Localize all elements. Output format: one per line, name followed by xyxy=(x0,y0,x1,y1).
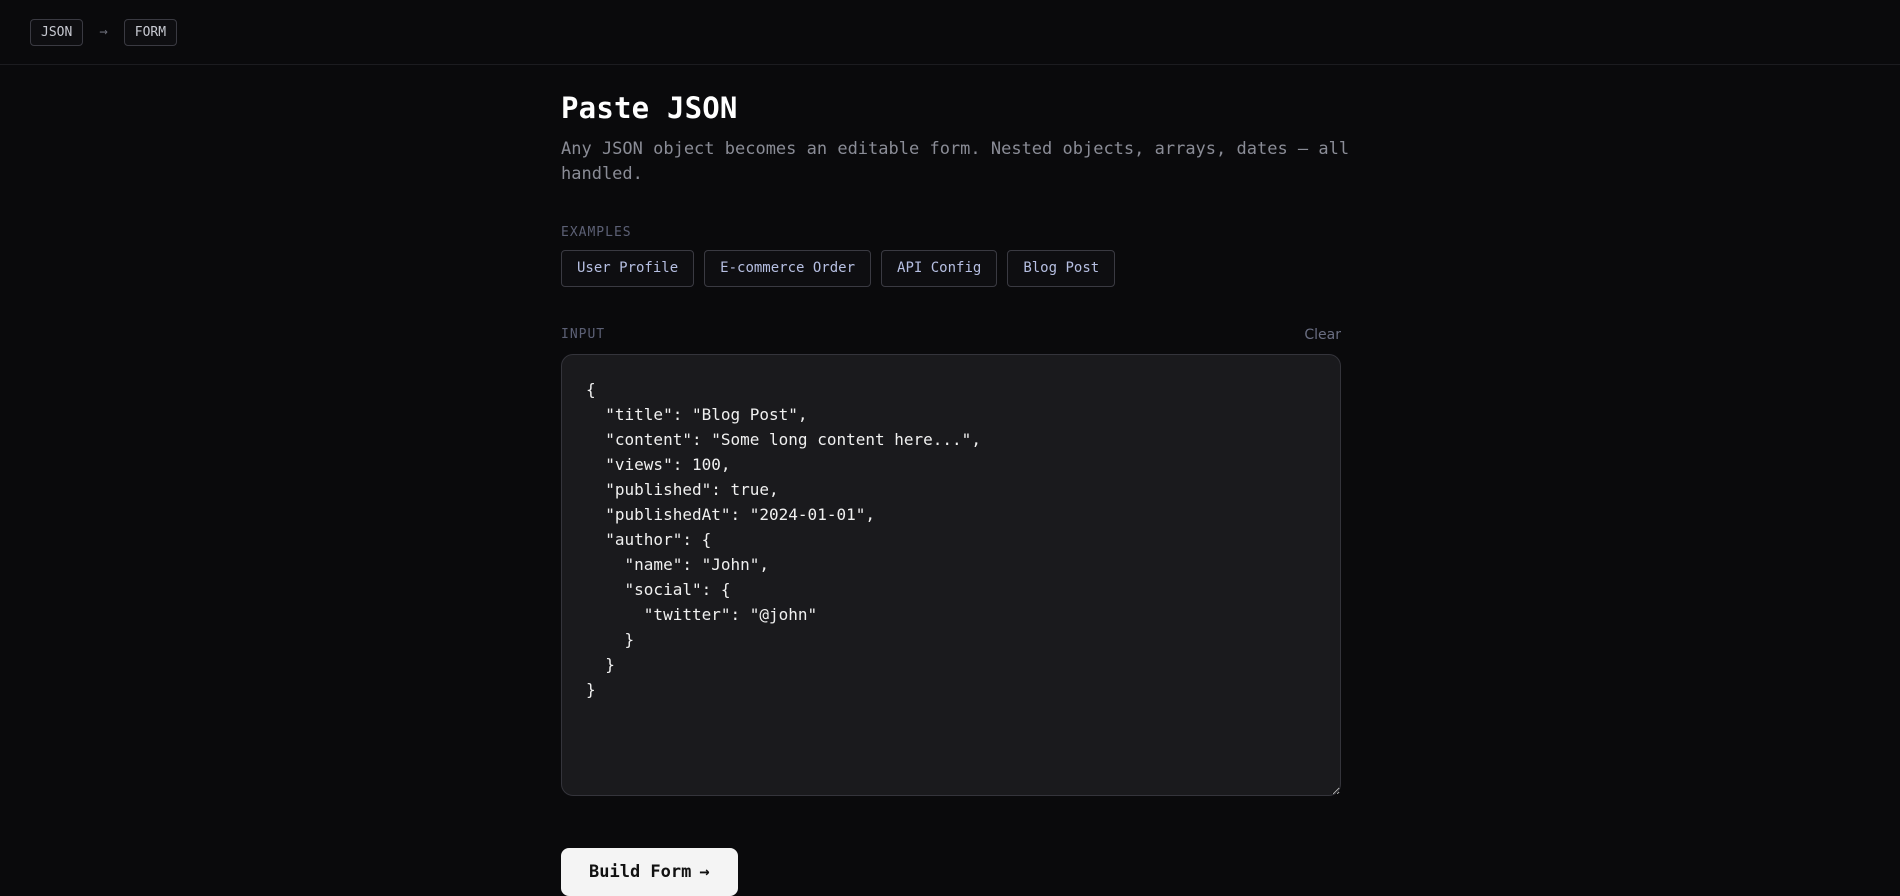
examples-list: User Profile E-commerce Order API Config… xyxy=(561,249,1341,287)
build-form-label: Build Form xyxy=(589,861,692,882)
top-bar: JSON → FORM xyxy=(0,0,1900,65)
build-form-button[interactable]: Build Form → xyxy=(561,847,738,896)
page-title: Paste JSON xyxy=(561,91,738,125)
clear-button[interactable]: Clear xyxy=(1304,327,1341,343)
arrow-right-icon: → xyxy=(99,24,108,40)
example-api-config-button[interactable]: API Config xyxy=(881,249,998,287)
input-label: INPUT xyxy=(561,327,606,343)
main-content: Paste JSON Any JSON object becomes an ed… xyxy=(561,65,1349,896)
page-subtitle: Any JSON object becomes an editable form… xyxy=(561,138,1350,184)
example-blog-post-button[interactable]: Blog Post xyxy=(1007,249,1116,287)
example-user-profile-button[interactable]: User Profile xyxy=(561,249,695,287)
json-tag: JSON xyxy=(30,18,84,46)
arrow-right-icon: → xyxy=(699,861,710,882)
examples-label: EXAMPLES xyxy=(561,224,632,240)
example-ecommerce-order-button[interactable]: E-commerce Order xyxy=(704,249,872,287)
json-input[interactable] xyxy=(561,353,1341,796)
form-tag: FORM xyxy=(123,18,178,46)
input-header: INPUT Clear xyxy=(561,327,1341,343)
